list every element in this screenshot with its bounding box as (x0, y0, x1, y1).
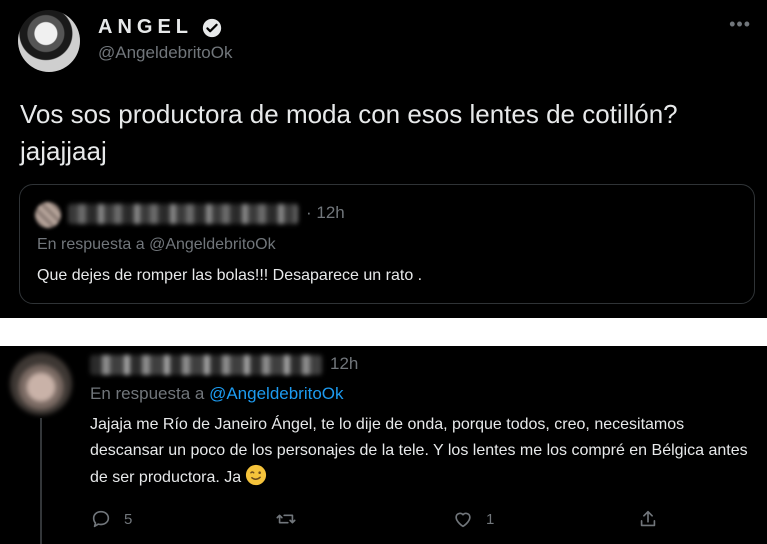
thread-line (40, 418, 42, 544)
reply-context-prefix: En respuesta a (90, 384, 210, 403)
like-action[interactable]: 1 (452, 508, 494, 530)
reply-tweet-body: Jajaja me Río de Janeiro Ángel, te lo di… (90, 412, 750, 491)
author-name[interactable]: ANGEL (98, 16, 193, 39)
tweet-text: Vos sos productora de moda con esos lent… (20, 99, 678, 166)
author-avatar[interactable] (18, 10, 80, 72)
like-count: 1 (486, 510, 495, 528)
quoted-author-name-blurred (68, 204, 298, 224)
reply-action[interactable]: 5 (90, 508, 132, 530)
share-icon (640, 510, 656, 527)
reply-mention-link[interactable]: @AngeldebritoOk (209, 384, 343, 403)
reply-context: En respuesta a @AngeldebritoOk (90, 384, 344, 404)
quoted-author-avatar (35, 202, 61, 228)
reply-tweet-time: 12h (330, 354, 359, 373)
author-handle[interactable]: @AngeldebritoOk (98, 43, 232, 63)
reply-tweet: 12h En respuesta a @AngeldebritoOk Jajaj… (0, 346, 767, 544)
quoted-tweet-card[interactable]: · 12h En respuesta a @AngeldebritoOk Que… (19, 184, 755, 304)
wink-emoji-icon (246, 464, 267, 486)
verified-badge-icon (202, 18, 222, 37)
retweet-action[interactable] (275, 508, 309, 530)
reply-icon (92, 510, 110, 528)
reply-author-name-blurred (90, 355, 322, 375)
main-tweet: ANGEL @AngeldebritoOk ••• Vos sos produc… (0, 0, 767, 318)
heart-icon (455, 512, 471, 528)
tweet-actions: 5 1 (90, 508, 690, 534)
retweet-icon (276, 514, 296, 524)
quoted-reply-context: En respuesta a @AngeldebritoOk (37, 236, 276, 253)
quoted-tweet-text: Que dejes de romper las bolas!!! Desapar… (37, 267, 423, 284)
more-icon[interactable]: ••• (729, 14, 751, 35)
reply-count: 5 (124, 510, 133, 528)
share-action[interactable] (637, 508, 659, 530)
quoted-tweet-time: · 12h (306, 203, 345, 222)
reply-author-avatar[interactable] (10, 353, 72, 415)
reply-tweet-text: Jajaja me Río de Janeiro Ángel, te lo di… (90, 416, 748, 486)
author-name-row: ANGEL (98, 16, 223, 39)
screenshot-separator (0, 318, 767, 346)
